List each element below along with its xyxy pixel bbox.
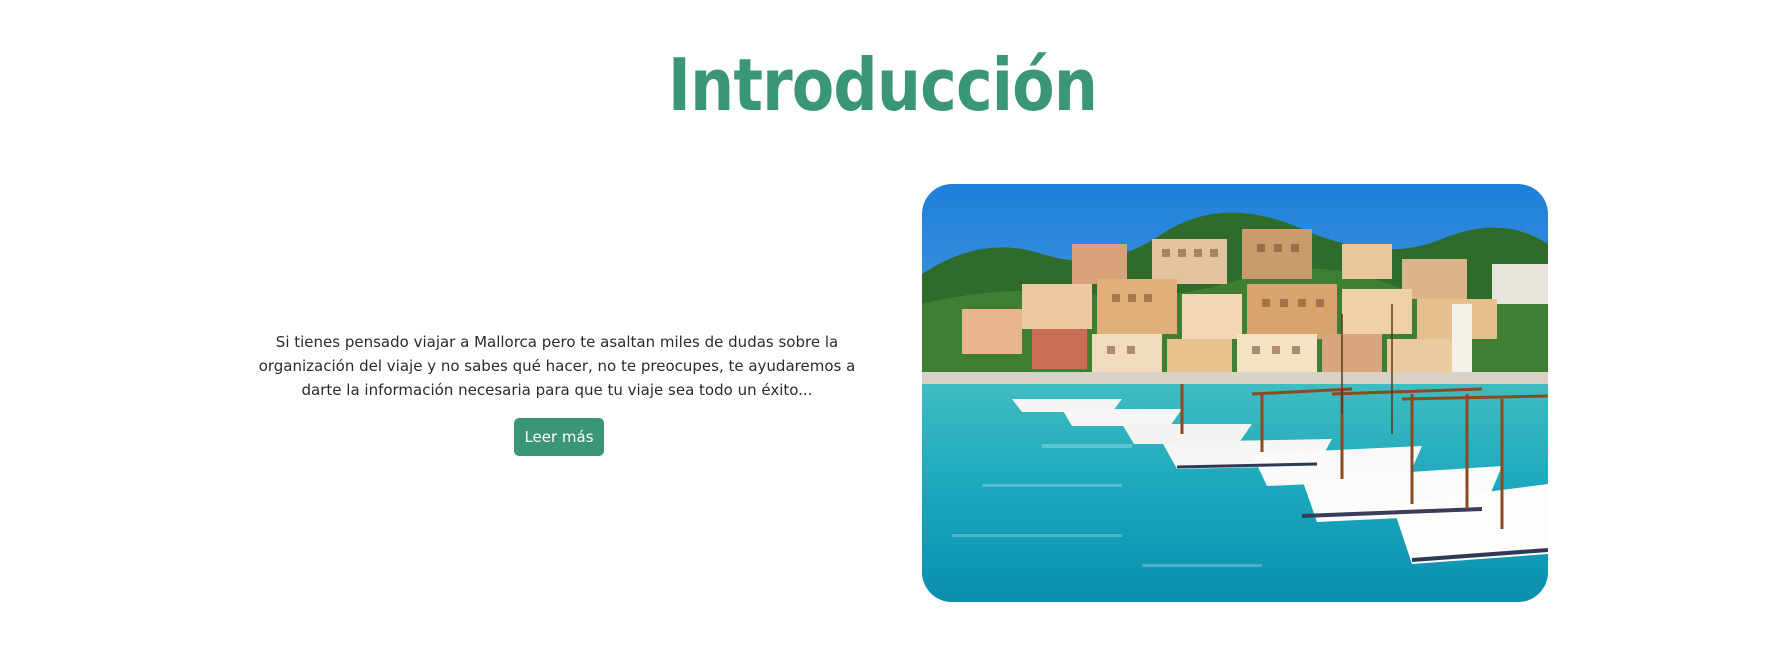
harbor-photo xyxy=(922,184,1548,602)
read-more-button[interactable]: Leer más xyxy=(514,418,604,456)
intro-paragraph: Si tienes pensado viajar a Mallorca pero… xyxy=(258,333,856,399)
intro-section: Introducción Si tienes pensado viajar a … xyxy=(0,0,1765,660)
section-title: Introducción xyxy=(667,43,1098,127)
